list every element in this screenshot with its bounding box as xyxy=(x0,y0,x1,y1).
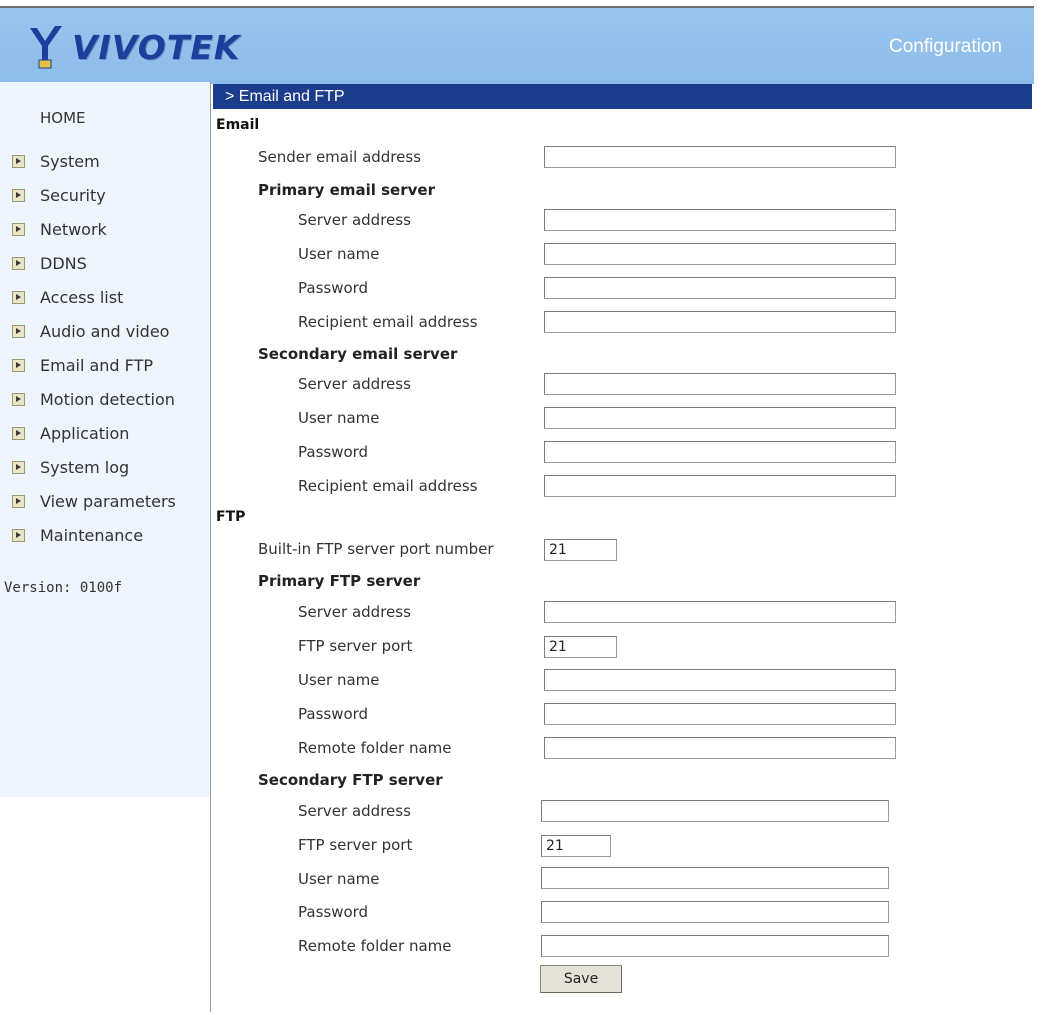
secondary-ftp-password-label: Password xyxy=(298,903,369,921)
ftp-heading: FTP xyxy=(216,509,246,525)
secondary-ftp-folder-input[interactable] xyxy=(541,935,889,957)
arrow-right-icon xyxy=(12,392,25,406)
primary-ftp-port-label: FTP server port xyxy=(298,637,413,655)
sidebar-item-system[interactable]: System xyxy=(0,144,210,178)
sidebar-item-label: Network xyxy=(40,219,107,239)
sidebar-item-motion-detection[interactable]: Motion detection xyxy=(0,382,210,416)
secondary-ftp-port-label: FTP server port xyxy=(298,836,413,854)
builtin-ftp-port-input[interactable] xyxy=(544,539,617,561)
sidebar-item-label: DDNS xyxy=(40,253,87,273)
secondary-ftp-port-input[interactable] xyxy=(541,835,611,857)
header-bar: VIVOTEK Configuration xyxy=(0,6,1034,84)
primary-email-server-address-label: Server address xyxy=(298,211,411,229)
sidebar-item-label: Access list xyxy=(40,287,124,307)
primary-recipient-email-input[interactable] xyxy=(544,311,896,333)
secondary-ftp-user-input[interactable] xyxy=(541,867,889,889)
sidebar-item-email-ftp[interactable]: Email and FTP xyxy=(0,348,210,382)
arrow-right-icon xyxy=(12,324,25,338)
sidebar-item-system-log[interactable]: System log xyxy=(0,450,210,484)
arrow-right-icon xyxy=(12,528,25,542)
primary-ftp-user-label: User name xyxy=(298,671,380,689)
sidebar-item-view-parameters[interactable]: View parameters xyxy=(0,484,210,518)
secondary-ftp-password-input[interactable] xyxy=(541,901,889,923)
sidebar-item-label: Security xyxy=(40,185,106,205)
arrow-right-icon xyxy=(12,460,25,474)
sidebar-item-network[interactable]: Network xyxy=(0,212,210,246)
secondary-email-server-heading: Secondary email server xyxy=(258,345,458,363)
sidebar-item-audio-video[interactable]: Audio and video xyxy=(0,314,210,348)
sidebar-item-label: View parameters xyxy=(40,491,176,511)
secondary-ftp-folder-label: Remote folder name xyxy=(298,937,452,955)
vivotek-logo: VIVOTEK xyxy=(28,22,240,72)
sidebar-item-maintenance[interactable]: Maintenance xyxy=(0,518,210,552)
sender-email-label: Sender email address xyxy=(258,148,422,166)
primary-email-server-address-input[interactable] xyxy=(544,209,896,231)
secondary-email-user-label: User name xyxy=(298,409,380,427)
email-heading: Email xyxy=(216,117,260,133)
primary-email-user-label: User name xyxy=(298,245,380,263)
secondary-email-password-input[interactable] xyxy=(544,441,896,463)
sidebar-item-label: Email and FTP xyxy=(40,355,154,375)
sidebar-item-label: Maintenance xyxy=(40,525,144,545)
sidebar-item-security[interactable]: Security xyxy=(0,178,210,212)
primary-email-server-heading: Primary email server xyxy=(258,181,435,199)
secondary-recipient-email-label: Recipient email address xyxy=(298,477,478,495)
logo-mark-icon xyxy=(30,26,62,69)
primary-recipient-email-label: Recipient email address xyxy=(298,313,478,331)
page-title: Configuration xyxy=(888,36,1002,57)
arrow-right-icon xyxy=(12,222,25,236)
sidebar-menu: System Security Network DDNS Access list… xyxy=(0,144,210,552)
arrow-right-icon xyxy=(12,256,25,270)
primary-ftp-password-input[interactable] xyxy=(544,703,896,725)
secondary-email-server-address-label: Server address xyxy=(298,375,411,393)
sidebar: HOME System Security Network DDNS Access… xyxy=(0,82,210,797)
secondary-email-password-label: Password xyxy=(298,443,369,461)
arrow-right-icon xyxy=(12,290,25,304)
page: VIVOTEK Configuration HOME System Securi… xyxy=(0,0,1051,1015)
primary-ftp-folder-label: Remote folder name xyxy=(298,739,452,757)
sidebar-item-ddns[interactable]: DDNS xyxy=(0,246,210,280)
primary-email-password-label: Password xyxy=(298,279,369,297)
arrow-right-icon xyxy=(12,188,25,202)
sidebar-item-home[interactable]: HOME xyxy=(40,109,86,127)
sidebar-item-label: Audio and video xyxy=(40,321,170,341)
sidebar-item-application[interactable]: Application xyxy=(0,416,210,450)
version-text: Version: 0100f xyxy=(4,580,123,596)
sidebar-item-label: System xyxy=(40,151,100,171)
secondary-ftp-server-address-label: Server address xyxy=(298,802,411,820)
secondary-ftp-server-heading: Secondary FTP server xyxy=(258,771,443,789)
primary-ftp-port-input[interactable] xyxy=(544,636,617,658)
content-divider xyxy=(210,82,211,1012)
primary-email-password-input[interactable] xyxy=(544,277,896,299)
sidebar-item-access-list[interactable]: Access list xyxy=(0,280,210,314)
secondary-email-user-input[interactable] xyxy=(544,407,896,429)
primary-ftp-folder-input[interactable] xyxy=(544,737,896,759)
primary-ftp-user-input[interactable] xyxy=(544,669,896,691)
sender-email-input[interactable] xyxy=(544,146,896,168)
sidebar-item-label: Motion detection xyxy=(40,389,175,409)
primary-email-user-input[interactable] xyxy=(544,243,896,265)
secondary-ftp-server-address-input[interactable] xyxy=(541,800,889,822)
arrow-right-icon xyxy=(12,154,25,168)
primary-ftp-password-label: Password xyxy=(298,705,369,723)
arrow-right-icon xyxy=(12,358,25,372)
section-title-bar: > Email and FTP xyxy=(213,84,1032,109)
secondary-ftp-user-label: User name xyxy=(298,870,380,888)
arrow-right-icon xyxy=(12,426,25,440)
primary-ftp-server-heading: Primary FTP server xyxy=(258,572,421,590)
save-button[interactable]: Save xyxy=(540,965,622,993)
builtin-ftp-port-label: Built-in FTP server port number xyxy=(258,540,494,558)
primary-ftp-server-address-label: Server address xyxy=(298,603,411,621)
secondary-recipient-email-input[interactable] xyxy=(544,475,896,497)
secondary-email-server-address-input[interactable] xyxy=(544,373,896,395)
primary-ftp-server-address-input[interactable] xyxy=(544,601,896,623)
arrow-right-icon xyxy=(12,494,25,508)
logo-text: VIVOTEK xyxy=(72,27,241,67)
sidebar-item-label: System log xyxy=(40,457,130,477)
sidebar-item-label: Application xyxy=(40,423,130,443)
